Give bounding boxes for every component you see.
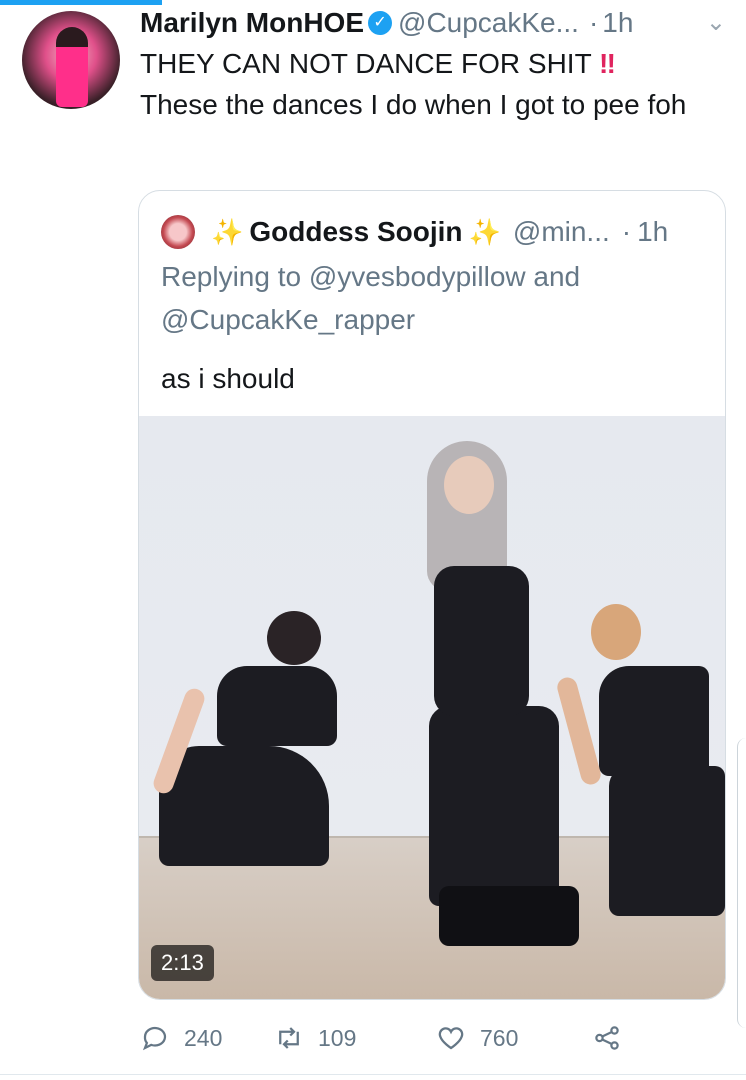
dancer-left-body: [217, 666, 337, 746]
loading-progress-bar: [0, 0, 162, 5]
mention-link[interactable]: @CupcakKe_rapper: [161, 304, 415, 335]
mention-link[interactable]: @yvesbodypillow: [309, 261, 526, 292]
like-button[interactable]: 760: [436, 1018, 518, 1058]
video-thumbnail[interactable]: 2:13: [139, 416, 725, 999]
tweet-divider: [0, 1074, 746, 1075]
replying-joiner: and: [533, 261, 581, 292]
tweet-time[interactable]: 1h: [602, 7, 633, 39]
retweet-count: 109: [318, 1024, 357, 1051]
verified-badge-icon: ✓: [368, 11, 393, 35]
tweet-text-line1: THEY CAN NOT DANCE FOR SHIT: [140, 48, 592, 79]
dancer-center-boots: [439, 886, 579, 946]
reply-icon: [142, 1026, 167, 1051]
author-avatar[interactable]: [22, 11, 120, 109]
share-icon: [595, 1026, 619, 1050]
sparkle-icon: ✨: [211, 216, 244, 247]
quoted-text: as i should: [161, 363, 295, 394]
quoted-author-handle[interactable]: @min...: [513, 216, 610, 248]
quoted-tweet-card[interactable]: ✨ Goddess Soojin ✨ @min... · 1h Replying…: [138, 190, 726, 1000]
dancer-right-body: [599, 666, 709, 776]
reply-button[interactable]: 240: [140, 1018, 222, 1058]
retweet-icon: [279, 1027, 299, 1049]
quoted-author-name[interactable]: Goddess Soojin: [249, 216, 462, 248]
separator-dot: ·: [621, 216, 632, 247]
dancer-center-body: [434, 566, 529, 716]
dancer-right-head: [591, 604, 641, 660]
dancer-center-head: [444, 456, 494, 514]
quoted-header: ✨ Goddess Soojin ✨ @min... · 1h: [161, 211, 715, 253]
tweet-text-line2: These the dances I do when I got to pee …: [140, 89, 687, 120]
tweet-actions: 240 109 760: [140, 1018, 740, 1058]
dancer-left-head: [267, 611, 321, 665]
retweet-button[interactable]: 109: [274, 1018, 356, 1058]
replying-prefix: Replying to: [161, 261, 302, 292]
reply-count: 240: [184, 1024, 223, 1051]
double-exclamation-emoji: ‼: [598, 48, 616, 79]
dancer-right-arm: [555, 675, 603, 787]
sparkle-icon: ✨: [468, 216, 501, 247]
dancer-left-legs: [159, 746, 329, 866]
avatar-figure: [56, 27, 88, 107]
author-handle[interactable]: @CupcakKe...: [398, 7, 579, 39]
scroll-edge-handle[interactable]: [737, 738, 746, 1028]
chevron-down-icon[interactable]: ⌄: [706, 8, 726, 37]
separator-dot: ·: [588, 7, 599, 38]
author-name[interactable]: Marilyn MonHOE: [140, 7, 364, 39]
tweet-text: THEY CAN NOT DANCE FOR SHIT ‼ These the …: [140, 43, 730, 125]
video-duration-badge: 2:13: [151, 945, 214, 981]
dancer-right-legs: [609, 766, 725, 916]
quoted-time[interactable]: 1h: [637, 216, 668, 248]
dancer-center-legs: [429, 706, 559, 906]
tweet-header: Marilyn MonHOE ✓ @CupcakKe... · 1h: [140, 4, 746, 42]
like-icon: [438, 1027, 464, 1050]
quoted-avatar[interactable]: [161, 215, 195, 249]
like-count: 760: [480, 1024, 519, 1051]
replying-to: Replying to @yvesbodypillow and @CupcakK…: [161, 255, 701, 341]
share-button[interactable]: [592, 1018, 636, 1058]
